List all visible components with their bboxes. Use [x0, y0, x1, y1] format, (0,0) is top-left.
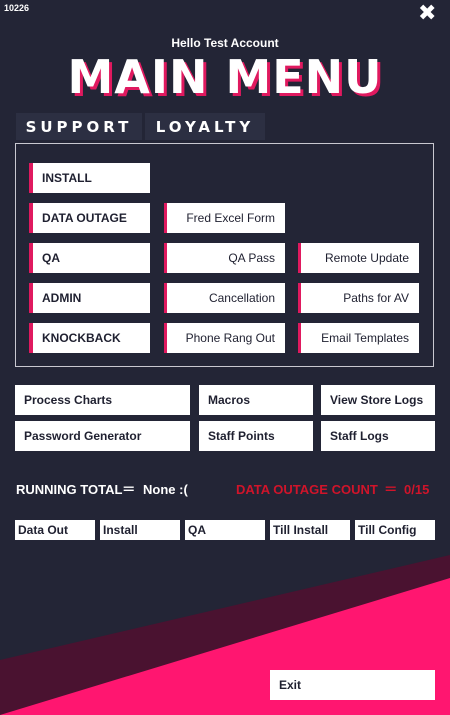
email-templates-button[interactable]: Email Templates — [298, 323, 419, 353]
install-button[interactable]: INSTALL — [29, 163, 150, 193]
tab-support[interactable]: SUPPORT — [16, 113, 142, 140]
phone-rang-out-button[interactable]: Phone Rang Out — [164, 323, 285, 353]
page-title: MAIN MENU — [67, 50, 383, 104]
greeting-text: Hello Test Account — [171, 36, 279, 50]
running-total-equals: = — [122, 479, 136, 498]
knockback-button[interactable]: KNOCKBACK — [29, 323, 150, 353]
install-count-button[interactable]: Install — [100, 520, 180, 540]
till-install-button[interactable]: Till Install — [270, 520, 350, 540]
paths-for-av-button[interactable]: Paths for AV — [298, 283, 419, 313]
password-generator-button[interactable]: Password Generator — [15, 421, 190, 451]
process-charts-button[interactable]: Process Charts — [15, 385, 190, 415]
data-outage-count-value: 0/15 — [404, 482, 430, 497]
tab-loyalty[interactable]: LOYALTY — [145, 113, 265, 140]
till-config-button[interactable]: Till Config — [355, 520, 435, 540]
close-icon[interactable]: ✖ — [418, 2, 436, 26]
data-outage-count-equals: = — [384, 479, 398, 498]
exit-button[interactable]: Exit — [270, 670, 435, 700]
data-out-button[interactable]: Data Out — [15, 520, 95, 540]
view-store-logs-button[interactable]: View Store Logs — [321, 385, 435, 415]
running-total-value: None :( — [143, 482, 188, 497]
admin-button[interactable]: ADMIN — [29, 283, 150, 313]
qa-count-button[interactable]: QA — [185, 520, 265, 540]
staff-logs-button[interactable]: Staff Logs — [321, 421, 435, 451]
data-outage-count-label: DATA OUTAGE COUNT — [236, 482, 378, 497]
staff-points-button[interactable]: Staff Points — [199, 421, 313, 451]
fred-excel-form-button[interactable]: Fred Excel Form — [164, 203, 285, 233]
qa-pass-button[interactable]: QA Pass — [164, 243, 285, 273]
running-total-label: RUNNING TOTAL — [16, 482, 123, 497]
window-id-label: 10226 — [4, 3, 30, 13]
macros-button[interactable]: Macros — [199, 385, 313, 415]
qa-button[interactable]: QA — [29, 243, 150, 273]
remote-update-button[interactable]: Remote Update — [298, 243, 419, 273]
data-outage-button[interactable]: DATA OUTAGE — [29, 203, 150, 233]
cancellation-button[interactable]: Cancellation — [164, 283, 285, 313]
